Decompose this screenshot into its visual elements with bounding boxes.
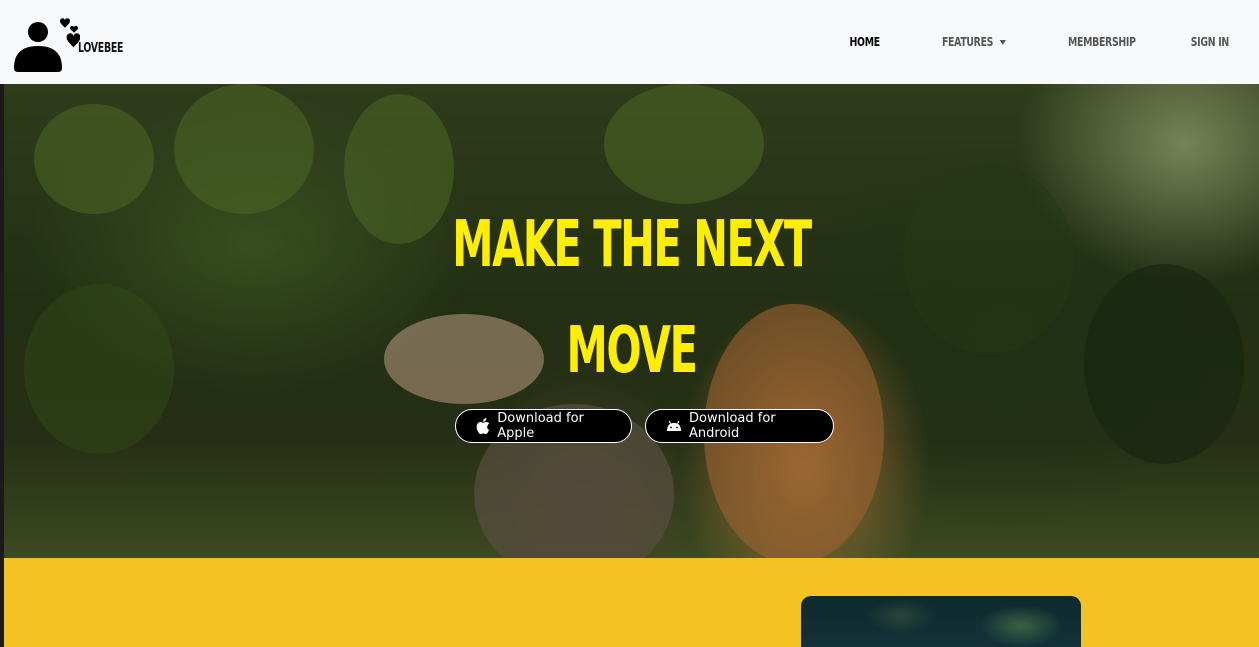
couple-hearts-icon xyxy=(14,16,81,72)
page: LOVEBEE HOME FEATURES MEMBERSHIP SIGN IN xyxy=(0,0,1259,647)
nav-sign-in[interactable]: SIGN IN xyxy=(1191,35,1229,49)
feature-image-card xyxy=(801,596,1081,647)
nav-sign-in-label: SIGN IN xyxy=(1190,35,1229,49)
nav-home[interactable]: HOME xyxy=(849,35,881,49)
left-edge xyxy=(0,84,4,647)
nav-membership-label: MEMBERSHIP xyxy=(1068,35,1137,49)
download-android-button[interactable]: Download for Android xyxy=(645,409,834,443)
brand-name: LOVEBEE xyxy=(78,41,124,56)
apple-icon xyxy=(476,418,490,434)
download-android-label: Download for Android xyxy=(689,411,776,441)
nav-home-label: HOME xyxy=(849,35,881,49)
nav-features-dropdown[interactable]: FEATURES xyxy=(942,35,1006,49)
nav-membership[interactable]: MEMBERSHIP xyxy=(1069,35,1137,49)
nav-features-label: FEATURES xyxy=(941,35,994,49)
feature-section xyxy=(4,558,1259,647)
download-buttons: Download for Apple Download for Android xyxy=(4,409,1259,443)
nav-links: HOME FEATURES MEMBERSHIP SIGN IN xyxy=(797,35,1230,49)
brand[interactable]: LOVEBEE xyxy=(14,12,134,72)
navbar: LOVEBEE HOME FEATURES MEMBERSHIP SIGN IN xyxy=(0,0,1259,84)
android-icon xyxy=(666,418,682,434)
hero-section: MAKE THE NEXT MOVE Download for Apple Do… xyxy=(4,84,1259,558)
hero-title-line2: MOVE xyxy=(566,314,698,388)
caret-down-icon xyxy=(999,39,1006,45)
download-apple-button[interactable]: Download for Apple xyxy=(455,409,632,443)
hero-title-line1: MAKE THE NEXT xyxy=(452,208,812,282)
download-apple-label: Download for Apple xyxy=(497,411,584,441)
